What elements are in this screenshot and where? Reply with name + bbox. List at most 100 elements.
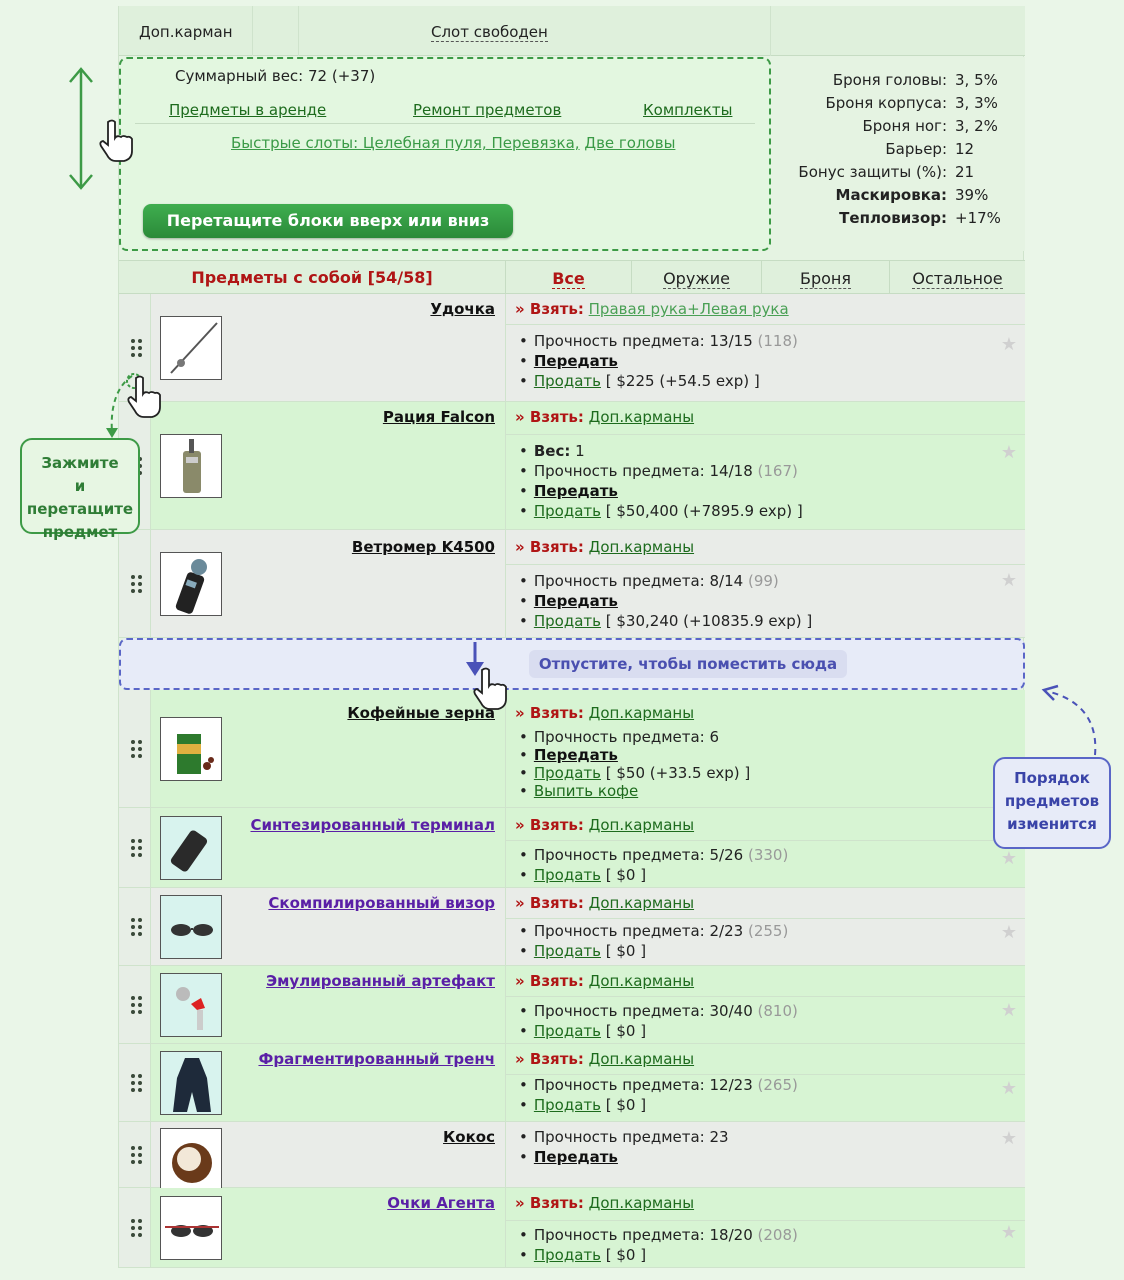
take-target-link[interactable]: Доп.карманы xyxy=(589,538,694,556)
take-target-link[interactable]: Доп.карманы xyxy=(589,408,694,426)
sell-item-link[interactable]: Продать xyxy=(534,502,601,520)
grip-dot-icon xyxy=(138,740,142,744)
drag-blocks-hint-button[interactable]: Перетащите блоки вверх или вниз xyxy=(143,204,513,238)
drag-handle[interactable] xyxy=(119,294,151,401)
durability-max: (118) xyxy=(757,332,798,350)
item-row[interactable]: Кофейные зерна » Взять: Доп.карманы Прочно… xyxy=(119,690,1025,808)
repair-items-link[interactable]: Ремонт предметов xyxy=(413,101,561,119)
stat-label: Барьер: xyxy=(885,140,947,158)
item-thumbnail[interactable] xyxy=(160,717,222,781)
drag-handle[interactable] xyxy=(119,808,151,887)
grip-dot-icon xyxy=(138,353,142,357)
take-target-link[interactable]: Доп.карманы xyxy=(589,816,694,834)
item-row[interactable]: Рация Falcon» Взять: Доп.карманыВес: 1Пр… xyxy=(119,402,1025,530)
item-row[interactable]: Очки Агента » Взять: Доп.карманы Прочность… xyxy=(119,1188,1025,1268)
durability-max: (265) xyxy=(757,1076,798,1094)
item-thumbnail[interactable] xyxy=(160,973,222,1037)
slot-status-link[interactable]: Слот свободен xyxy=(431,23,548,42)
quick-slots-link[interactable]: Быстрые слоты: Целебная пуля, Перевязка, xyxy=(231,134,580,152)
item-name-link[interactable]: Удочка xyxy=(430,300,495,318)
item-row[interactable]: Удочка » Взять: Правая рука+Левая рука Про… xyxy=(119,294,1025,402)
take-target-link[interactable]: Доп.карманы xyxy=(589,972,694,990)
pass-item-link[interactable]: Передать xyxy=(534,746,618,764)
item-name-link[interactable]: Эмулированный артефакт xyxy=(266,972,495,990)
item-name-link[interactable]: Кокос xyxy=(443,1128,495,1146)
drag-handle[interactable] xyxy=(119,966,151,1043)
sell-item-link[interactable]: Продать xyxy=(534,866,601,884)
item-row[interactable]: Эмулированный артефакт » Взять: Доп.карма… xyxy=(119,966,1025,1044)
item-thumbnail[interactable] xyxy=(160,1051,222,1115)
item-detail-line: Продать [ $50 (+33.5 exp) ] xyxy=(519,764,750,782)
item-detail-line: Прочность предмета: 14/18 (167) xyxy=(519,462,798,480)
item-thumbnail[interactable] xyxy=(160,552,222,616)
stat-row: Барьер: 12 xyxy=(773,140,1025,163)
take-target-link[interactable]: Доп.карманы xyxy=(589,1050,694,1068)
take-target-link[interactable]: Доп.карманы xyxy=(589,894,694,912)
sets-link[interactable]: Комплекты xyxy=(643,101,732,119)
favorite-star-icon[interactable]: ★ xyxy=(1001,1000,1017,1021)
sell-item-link[interactable]: Продать xyxy=(534,372,601,390)
item-take: » Взять: Доп.карманы xyxy=(515,538,694,556)
favorite-star-icon[interactable]: ★ xyxy=(1001,442,1017,463)
tab-all[interactable]: Все xyxy=(505,261,631,295)
item-name-link[interactable]: Кофейные зерна xyxy=(347,704,495,722)
item-name-link[interactable]: Очки Агента xyxy=(387,1194,495,1212)
sell-item-link[interactable]: Продать xyxy=(534,1246,601,1264)
take-target-link[interactable]: Правая рука+Левая рука xyxy=(589,300,789,318)
sell-item-link[interactable]: Продать xyxy=(534,1022,601,1040)
take-target-link[interactable]: Доп.карманы xyxy=(589,1194,694,1212)
item-thumbnail[interactable] xyxy=(160,1128,222,1192)
sell-item-link[interactable]: Продать xyxy=(534,942,601,960)
item-thumbnail[interactable] xyxy=(160,895,222,959)
drag-handle[interactable] xyxy=(119,1122,151,1187)
rented-items-link[interactable]: Предметы в аренде xyxy=(169,101,326,119)
drag-handle[interactable] xyxy=(119,1188,151,1267)
durability-value: 12/23 xyxy=(709,1076,753,1094)
favorite-star-icon[interactable]: ★ xyxy=(1001,1128,1017,1149)
quick-slots-two-heads-link[interactable]: Две головы xyxy=(584,134,675,152)
sell-item-link[interactable]: Продать xyxy=(534,764,601,782)
grip-dot-icon xyxy=(138,925,142,929)
stat-label: Маскировка: xyxy=(835,186,947,204)
pass-item-link[interactable]: Передать xyxy=(534,1148,618,1166)
grip-dot-icon xyxy=(138,839,142,843)
info-block-draggable[interactable]: Суммарный вес: 72 (+37) Предметы в аренд… xyxy=(119,57,771,251)
favorite-star-icon[interactable]: ★ xyxy=(1001,1222,1017,1243)
take-target-link[interactable]: Доп.карманы xyxy=(589,704,694,722)
drag-handle[interactable] xyxy=(119,530,151,637)
item-name-link[interactable]: Ветромер K4500 xyxy=(352,538,495,556)
item-row[interactable]: Синтезированный терминал » Взять: Доп.кар… xyxy=(119,808,1025,888)
favorite-star-icon[interactable]: ★ xyxy=(1001,922,1017,943)
item-row[interactable]: Фрагментированный тренч » Взять: Доп.карм… xyxy=(119,1044,1025,1122)
stat-row: Тепловизор: +17% xyxy=(773,209,1025,232)
sell-item-link[interactable]: Продать xyxy=(534,1096,601,1114)
item-thumbnail[interactable] xyxy=(160,434,222,498)
pass-item-link[interactable]: Передать xyxy=(534,482,618,500)
pass-item-link[interactable]: Передать xyxy=(534,352,618,370)
item-thumbnail[interactable] xyxy=(160,316,222,380)
tab-other[interactable]: Остальное xyxy=(889,261,1025,295)
item-name-link[interactable]: Синтезированный терминал xyxy=(250,816,495,834)
favorite-star-icon[interactable]: ★ xyxy=(1001,334,1017,355)
favorite-star-icon[interactable]: ★ xyxy=(1001,1078,1017,1099)
tab-weapons[interactable]: Оружие xyxy=(631,261,761,295)
item-name-link[interactable]: Рация Falcon xyxy=(383,408,495,426)
favorite-star-icon[interactable]: ★ xyxy=(1001,570,1017,591)
drop-zone[interactable]: Отпустите, чтобы поместить сюда xyxy=(119,638,1025,690)
drag-handle[interactable] xyxy=(119,888,151,965)
item-thumbnail[interactable] xyxy=(160,1196,222,1260)
item-row[interactable]: Скомпилированный визор » Взять: Доп.карма… xyxy=(119,888,1025,966)
favorite-star-icon[interactable]: ★ xyxy=(1001,848,1017,869)
sell-price: [ $30,240 (+10835.9 exp) ] xyxy=(605,612,813,630)
item-row[interactable]: Ветромер K4500 » Взять: Доп.карманы Прочно… xyxy=(119,530,1025,638)
sell-item-link[interactable]: Продать xyxy=(534,612,601,630)
drink-coffee-link[interactable]: Выпить кофе xyxy=(534,782,638,800)
drag-handle[interactable] xyxy=(119,1044,151,1121)
item-name-link[interactable]: Фрагментированный тренч xyxy=(258,1050,495,1068)
item-thumbnail[interactable] xyxy=(160,816,222,880)
item-row[interactable]: Кокос Прочность предмета: 23 Передать ★ xyxy=(119,1122,1025,1192)
drag-handle[interactable] xyxy=(119,690,151,807)
pass-item-link[interactable]: Передать xyxy=(534,592,618,610)
tab-armor[interactable]: Броня xyxy=(761,261,889,295)
item-name-link[interactable]: Скомпилированный визор xyxy=(268,894,495,912)
